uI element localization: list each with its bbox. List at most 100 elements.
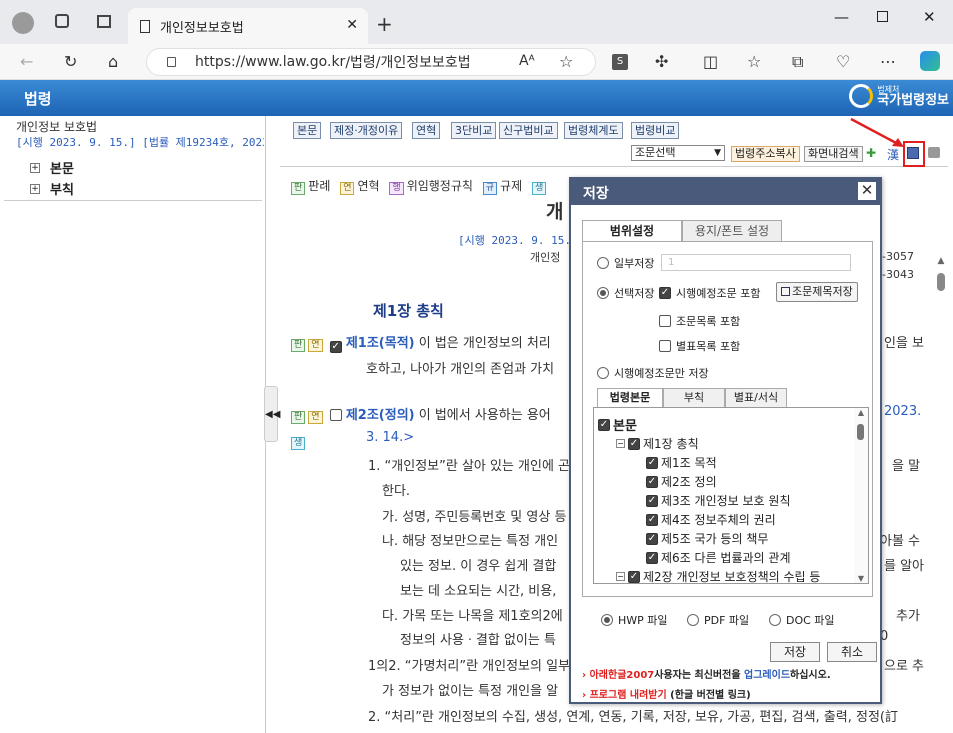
toc-item[interactable]: ✓ 제1조 목적 [646, 454, 717, 471]
toc-item[interactable]: ✓ 제4조 정보주체의 권리 [646, 511, 776, 528]
toc-item[interactable]: − ✓ 제1장 총칙 [616, 435, 699, 452]
back-icon[interactable]: ← [20, 52, 33, 71]
extension-s-icon[interactable]: S [612, 54, 628, 70]
toc-scrollbar[interactable]: ▲ ▼ [854, 408, 868, 583]
tag-pan[interactable]: 판 [291, 411, 306, 424]
copilot-icon[interactable] [920, 51, 940, 71]
tag-yeon-label[interactable]: 연혁 [357, 179, 379, 193]
format-hwp-option[interactable]: HWP 파일 [601, 612, 668, 628]
tab-revision-reason[interactable]: 제정·개정이유 [330, 122, 403, 139]
site-logo[interactable]: 법제처 국가법령정보 [849, 84, 949, 108]
select-save-radio[interactable] [597, 287, 609, 299]
toc-checkbox[interactable]: ✓ [628, 570, 640, 583]
toc-checkbox[interactable]: ✓ [646, 532, 658, 545]
sidebar-law-name[interactable]: 개인정보 보호법 [16, 118, 97, 135]
tab-3-compare[interactable]: 3단비교 [451, 122, 497, 139]
collapse-icon[interactable]: − [616, 572, 625, 581]
include-toc-checkbox[interactable] [659, 315, 671, 327]
article-1-checkbox[interactable]: ✓ [329, 341, 342, 353]
tab-tables-forms[interactable]: 별표/서식 [725, 388, 787, 408]
toc-checkbox[interactable]: ✓ [646, 456, 658, 469]
scroll-thumb[interactable] [857, 424, 864, 440]
partial-save-radio[interactable] [597, 257, 609, 269]
toc-checkbox[interactable]: ✓ [646, 494, 658, 507]
window-close-icon[interactable]: ✕ [923, 8, 936, 26]
toc-checkbox[interactable]: ✓ [646, 475, 658, 488]
include-toc-option[interactable]: 조문목록 포함 [659, 313, 740, 329]
page-scrollbar[interactable]: ▲ [934, 256, 948, 733]
profile-icon[interactable] [12, 12, 34, 34]
tab-actions-icon[interactable] [97, 15, 111, 28]
scroll-down-icon[interactable]: ▼ [854, 574, 868, 583]
split-screen-icon[interactable]: ◫ [703, 52, 718, 71]
toc-checkbox[interactable]: ✓ [598, 418, 610, 431]
tab-history[interactable]: 연혁 [412, 122, 441, 139]
home-icon[interactable]: ⌂ [108, 52, 118, 71]
tag-pan-label[interactable]: 판례 [308, 179, 330, 193]
tab-paper-font[interactable]: 용지/폰트 설정 [682, 220, 782, 242]
tag-haeng-label[interactable]: 위임행정규칙 [407, 179, 473, 193]
upgrade-link[interactable]: 업그레이드 [744, 670, 790, 681]
tab-range-settings[interactable]: 범위설정 [582, 220, 682, 242]
scroll-up-icon[interactable]: ▲ [854, 408, 868, 417]
collections-icon[interactable] [55, 14, 69, 28]
refresh-icon[interactable]: ↻ [64, 52, 77, 71]
include-planned-option[interactable]: ✓ 시행예정조문 포함 [659, 285, 760, 301]
format-doc-option[interactable]: DOC 파일 [769, 612, 835, 628]
format-hwp-radio[interactable] [601, 614, 613, 626]
format-pdf-radio[interactable] [687, 614, 699, 626]
cancel-button[interactable]: 취소 [827, 642, 877, 662]
health-icon[interactable]: ♡ [836, 52, 850, 71]
tab-law-text[interactable]: 법령본문 [597, 388, 663, 408]
format-doc-radio[interactable] [769, 614, 781, 626]
expand-icon[interactable]: + [30, 162, 40, 173]
tag-pan[interactable]: 판 [291, 339, 306, 352]
read-aloud-icon[interactable]: Aᴬ [519, 53, 535, 69]
toc-item[interactable]: ✓ 제2조 정의 [646, 473, 717, 490]
partial-save-option[interactable]: 일부저장 [597, 255, 654, 271]
tab-old-new-compare[interactable]: 신구법비교 [499, 122, 558, 139]
partial-save-input[interactable]: 1 [661, 254, 851, 271]
expand-icon[interactable]: + [30, 183, 40, 194]
toc-item[interactable]: − ✓ 제2장 개인정보 보호정책의 수립 등 [616, 568, 820, 583]
toc-item[interactable]: ✓ 제5조 국가 등의 책무 [646, 530, 768, 547]
collections-bar-icon[interactable]: ⧉ [792, 52, 803, 72]
include-table-option[interactable]: 별표목록 포함 [659, 338, 740, 354]
toc-checkbox[interactable]: ✓ [646, 551, 658, 564]
toc-item[interactable]: ✓ 제3조 개인정보 보호 원칙 [646, 492, 790, 509]
include-planned-checkbox[interactable]: ✓ [659, 287, 671, 299]
toc-checkbox[interactable]: ✓ [628, 437, 640, 450]
scroll-up-icon[interactable]: ▲ [934, 256, 948, 266]
toc-item[interactable]: ✓ 본문 [598, 415, 637, 434]
tag-yeon[interactable]: 연 [308, 411, 323, 424]
tag-gyu-label[interactable]: 규제 [500, 179, 522, 193]
sidebar-item-addenda[interactable]: + 부칙 [30, 179, 74, 198]
maximize-icon[interactable] [877, 11, 888, 22]
tab-addenda[interactable]: 부칙 [663, 388, 725, 408]
select-save-option[interactable]: 선택저장 [597, 285, 654, 301]
tab-main-text[interactable]: 본문 [293, 122, 322, 139]
new-tab-icon[interactable]: + [376, 12, 393, 36]
toc-item[interactable]: ✓ 제6조 다른 법률과의 관계 [646, 549, 790, 566]
tab-active[interactable]: 개인정보보호법 ✕ [128, 8, 368, 44]
article-select[interactable]: 조문선택 ▼ [631, 145, 725, 161]
article-2-checkbox[interactable] [329, 409, 342, 421]
minimize-icon[interactable]: — [834, 8, 849, 26]
copy-address-button[interactable]: 법령주소복사 [731, 146, 800, 162]
save-article-titles-button[interactable]: 조문제목저장 [776, 282, 858, 302]
save-button[interactable]: 저장 [770, 642, 820, 662]
favorite-icon[interactable]: ☆ [559, 52, 573, 71]
print-icon[interactable] [928, 147, 940, 158]
format-pdf-option[interactable]: PDF 파일 [687, 612, 749, 628]
scroll-thumb[interactable] [937, 273, 945, 291]
download-link[interactable]: 프로그램 내려받기 [590, 690, 667, 701]
more-icon[interactable]: ⋯ [880, 52, 896, 71]
tab-law-compare[interactable]: 법령비교 [631, 122, 680, 139]
sidebar-item-main[interactable]: + 본문 [30, 158, 74, 177]
toc-checkbox[interactable]: ✓ [646, 513, 658, 526]
extensions-icon[interactable]: ✣ [655, 52, 668, 71]
close-tab-icon[interactable]: ✕ [346, 17, 358, 33]
planned-only-radio[interactable] [597, 367, 609, 379]
url-bar[interactable]: https://www.law.go.kr/법령/개인정보보호법 Aᴬ ☆ [146, 48, 596, 76]
tab-law-structure[interactable]: 법령체계도 [564, 122, 623, 139]
